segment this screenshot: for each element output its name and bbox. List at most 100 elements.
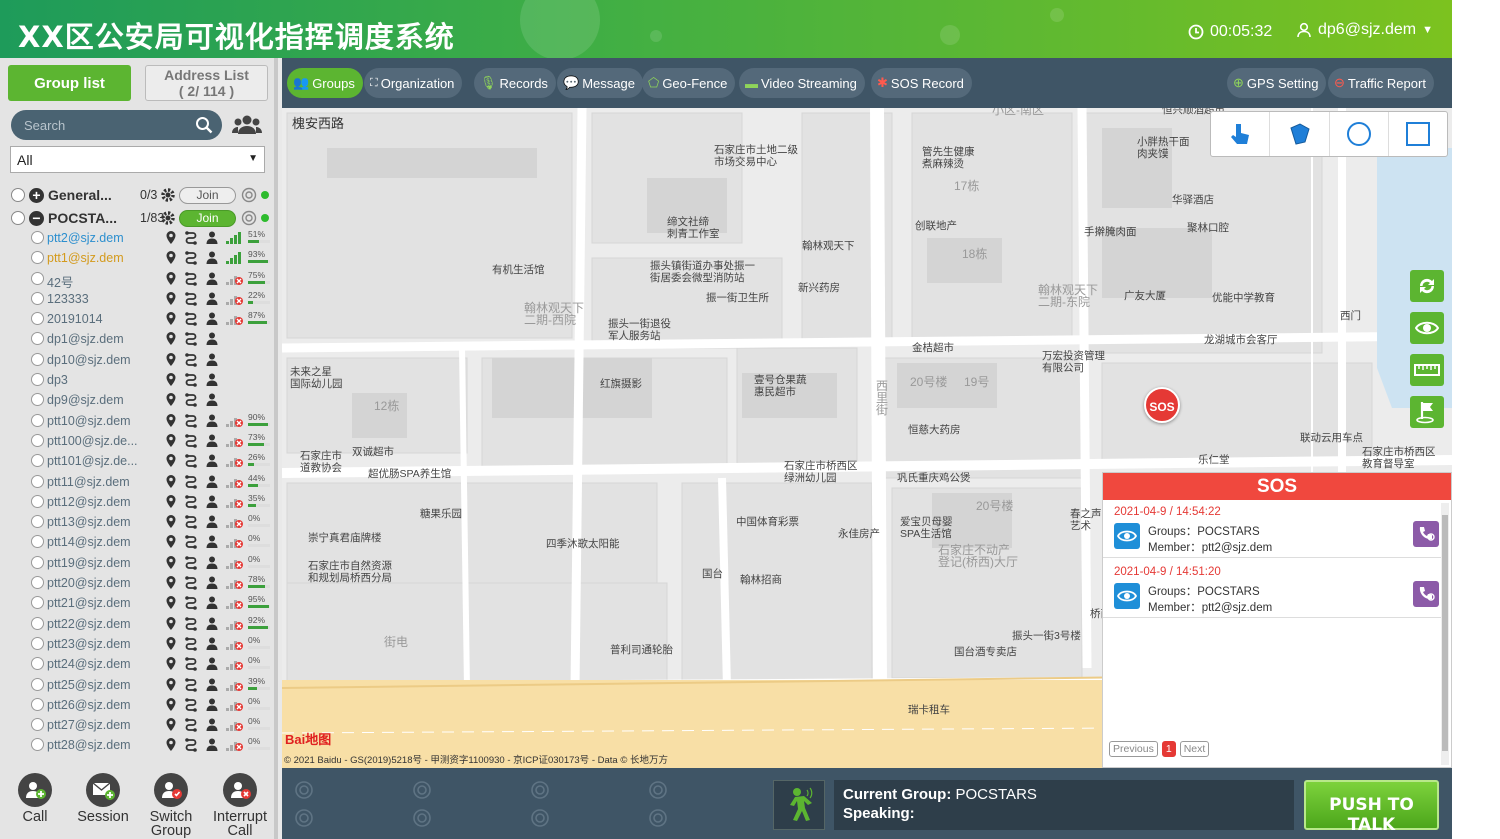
route-icon[interactable] <box>184 656 198 672</box>
channel-slot-icon[interactable] <box>530 780 550 800</box>
member-row[interactable]: ptt100@sjz.de... 73% <box>0 431 274 451</box>
group-row[interactable]: − POCSTA... 1/83 <box>11 208 164 228</box>
location-icon[interactable] <box>164 636 178 651</box>
gear-icon[interactable] <box>160 210 176 226</box>
person-icon[interactable] <box>205 636 219 651</box>
member-radio[interactable] <box>31 555 44 569</box>
route-icon[interactable] <box>184 717 198 732</box>
location-icon[interactable] <box>164 656 178 671</box>
search-input[interactable]: Search <box>11 110 222 140</box>
member-radio[interactable] <box>31 271 44 285</box>
tab-message[interactable]: 💬 Message <box>557 68 643 98</box>
member-radio[interactable] <box>31 352 44 366</box>
sos-alert-item[interactable]: 2021-04-9 / 14:51:20 Groups：POCSTARS Mem… <box>1103 560 1441 618</box>
channel-slot-icon[interactable] <box>294 780 314 800</box>
member-radio[interactable] <box>31 576 44 590</box>
person-icon[interactable] <box>205 677 219 692</box>
member-radio[interactable] <box>31 616 44 630</box>
member-row[interactable]: ptt26@sjz.dem 0% <box>0 695 274 715</box>
member-radio[interactable] <box>31 718 44 732</box>
location-icon[interactable] <box>164 230 178 245</box>
route-icon[interactable] <box>184 514 198 529</box>
polygon-draw-button[interactable] <box>1270 112 1330 156</box>
channel-slot-icon[interactable] <box>530 808 550 828</box>
location-icon[interactable] <box>164 737 178 752</box>
location-icon[interactable] <box>164 534 178 549</box>
member-row[interactable]: 42号 75% <box>0 269 274 290</box>
location-icon[interactable] <box>164 555 178 570</box>
member-radio[interactable] <box>31 657 44 671</box>
member-radio[interactable] <box>31 697 44 711</box>
route-icon[interactable] <box>184 595 198 611</box>
location-icon[interactable] <box>164 392 178 407</box>
call-back-button[interactable] <box>1413 521 1439 547</box>
channel-slot-icon[interactable] <box>648 780 668 800</box>
scan-icon[interactable] <box>241 187 257 203</box>
person-icon[interactable] <box>205 331 219 346</box>
scan-icon[interactable] <box>241 210 257 226</box>
member-radio[interactable] <box>31 454 44 468</box>
route-icon[interactable] <box>184 311 198 326</box>
traffic-report-button[interactable]: ⊖ Traffic Report <box>1328 68 1434 98</box>
member-radio[interactable] <box>31 515 44 529</box>
person-icon[interactable] <box>205 413 219 428</box>
member-row[interactable]: 20191014 87% <box>0 309 274 329</box>
route-icon[interactable] <box>184 291 198 306</box>
join-button[interactable]: Join <box>179 210 236 227</box>
location-icon[interactable] <box>164 331 178 346</box>
circle-draw-button[interactable] <box>1330 112 1389 156</box>
route-icon[interactable] <box>184 555 198 570</box>
member-radio[interactable] <box>31 535 44 549</box>
member-row[interactable]: ptt1@sjz.dem 93% <box>0 248 274 268</box>
route-icon[interactable] <box>184 534 198 550</box>
person-icon[interactable] <box>205 352 219 367</box>
member-row[interactable]: ptt101@sjz.de... 26% <box>0 451 274 471</box>
location-icon[interactable] <box>164 474 178 489</box>
route-icon[interactable] <box>184 697 198 712</box>
member-row[interactable]: ptt22@sjz.dem 92% <box>0 614 274 634</box>
group-radio[interactable] <box>11 211 25 225</box>
member-radio[interactable] <box>31 332 44 346</box>
user-menu[interactable]: dp6@sjz.dem ▼ <box>1296 21 1433 39</box>
member-row[interactable]: ptt13@sjz.dem 0% <box>0 512 274 532</box>
member-row[interactable]: dp10@sjz.dem <box>0 350 274 370</box>
person-icon[interactable] <box>205 392 219 407</box>
gear-icon[interactable] <box>160 187 176 203</box>
location-icon[interactable] <box>164 271 178 286</box>
member-radio[interactable] <box>31 291 44 305</box>
flag-button[interactable] <box>1410 396 1444 428</box>
location-icon[interactable] <box>164 514 178 529</box>
member-row[interactable]: ptt2@sjz.dem 51% <box>0 228 274 248</box>
person-icon[interactable] <box>205 737 219 752</box>
person-icon[interactable] <box>205 474 219 489</box>
visibility-button[interactable] <box>1410 312 1444 344</box>
route-icon[interactable] <box>184 474 198 489</box>
tab-group-list[interactable]: Group list <box>8 65 131 101</box>
person-icon[interactable] <box>205 534 219 549</box>
location-icon[interactable] <box>164 291 178 306</box>
member-radio[interactable] <box>31 474 44 488</box>
member-radio[interactable] <box>31 373 44 387</box>
person-icon[interactable] <box>205 372 219 387</box>
sos-alert-item[interactable]: 2021-04-9 / 14:54:22 Groups：POCSTARS Mem… <box>1103 500 1441 558</box>
sos-map-marker[interactable]: SOS <box>1144 387 1180 423</box>
member-row[interactable]: ptt14@sjz.dem 0% <box>0 532 274 552</box>
join-button[interactable]: Join <box>179 187 236 204</box>
person-icon[interactable] <box>205 717 219 732</box>
tab-sos-record[interactable]: ✱ SOS Record <box>871 68 972 98</box>
location-icon[interactable] <box>164 575 178 590</box>
location-icon[interactable] <box>164 250 178 265</box>
tab-geo-fence[interactable]: ⬠ Geo-Fence <box>642 68 736 98</box>
member-row[interactable]: ptt12@sjz.dem 35% <box>0 492 274 512</box>
person-icon[interactable] <box>205 555 219 570</box>
tab-address-list[interactable]: Address List ( 2/ 114 ) <box>145 65 268 101</box>
tab-video-streaming[interactable]: ▬ Video Streaming <box>739 68 865 98</box>
route-icon[interactable] <box>184 677 198 692</box>
location-icon[interactable] <box>164 311 178 326</box>
route-icon[interactable] <box>184 250 198 266</box>
route-icon[interactable] <box>184 413 198 428</box>
member-radio[interactable] <box>31 393 44 407</box>
hand-pointer-button[interactable] <box>1211 112 1271 156</box>
person-icon[interactable] <box>205 453 219 468</box>
session-button[interactable]: Session <box>73 773 133 824</box>
